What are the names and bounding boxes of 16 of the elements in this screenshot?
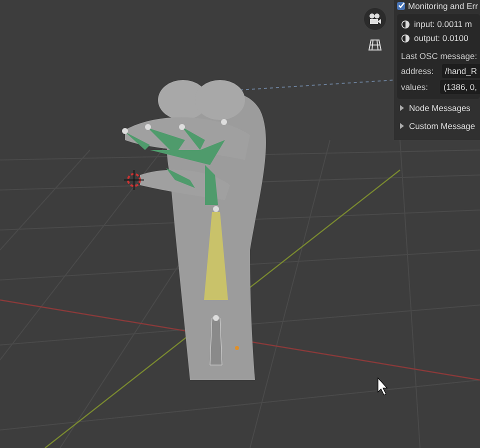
mouse-pointer-icon	[378, 377, 388, 396]
input-field[interactable]: (1386, 0,	[440, 80, 480, 94]
checkbox[interactable]	[397, 2, 405, 10]
field-label: address:	[401, 66, 435, 76]
collapsible-section[interactable]: Node Messages	[397, 99, 480, 117]
last-message-label: Last OSC message:	[401, 50, 478, 63]
half-circle-icon	[401, 34, 410, 42]
camera-icon[interactable]	[364, 8, 386, 30]
input-field[interactable]: /hand_R	[442, 64, 480, 78]
status-text: output: 0.0100	[414, 33, 468, 43]
field-label: values:	[401, 82, 429, 92]
status-text: input: 0.0011 m	[414, 19, 472, 29]
collapsible-section[interactable]: Custom Message	[397, 117, 480, 135]
half-circle-icon	[401, 20, 410, 28]
panel-title: Monitoring and Err	[408, 0, 478, 10]
3d-cursor-icon	[124, 170, 144, 190]
